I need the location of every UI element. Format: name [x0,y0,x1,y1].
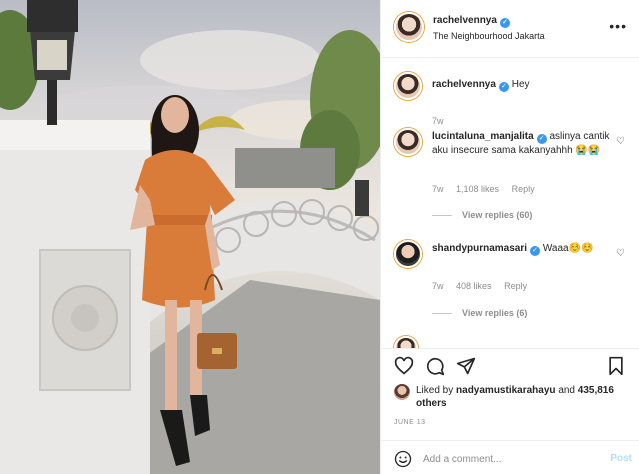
post-header: rachelvennya ✓ The Neighbourhood Jakarta [381,0,639,58]
comment-username[interactable]: shandypurnamasari [432,243,527,254]
reply-button[interactable]: Reply [512,184,535,194]
author-avatar[interactable] [394,12,424,42]
comment-body: shandypurnamasari ✓ Waaa☺️☺️ [432,242,612,256]
view-replies-label[interactable]: View replies (60) [462,210,532,220]
liker-avatar[interactable] [394,384,410,400]
comment-meta: 7w 1,108 likes Reply [432,184,545,194]
verified-badge-icon: ✓ [498,82,509,92]
comment-time: 7w [432,281,444,291]
post-date[interactable]: JUNE 13 [394,419,426,426]
heart-icon[interactable] [394,356,414,376]
more-options-icon[interactable]: ••• [609,18,627,34]
caption-text: Hey [511,79,530,90]
caption: rachelvennya ✓ Hey 7w [394,72,629,126]
caption-body: rachelvennya ✓ Hey [432,78,612,92]
liked-by-user[interactable]: nadyamustikarahayu [456,385,556,396]
comment-item: lucintaluna_manjalita ✓ aslinya cantik ak… [394,128,629,220]
liked-by-and: and [558,385,575,396]
add-comment-bar: Post [381,440,639,474]
action-bar [381,348,639,378]
comment-item: shandypurnamasari ✓ Waaa☺️☺️ ♡ 7w 408 lik… [394,240,629,330]
comment-icon[interactable] [425,356,445,376]
commenter-avatar[interactable] [394,128,422,156]
comment-likes[interactable]: 408 likes [456,281,492,291]
liked-by-text: Liked by nadyamustikarahayu and 435,816 … [416,384,616,410]
comments-list[interactable]: rachelvennya ✓ Hey 7w lucintaluna_manjali… [381,58,639,348]
view-replies-label[interactable]: View replies (6) [462,308,527,318]
post-location[interactable]: The Neighbourhood Jakarta [433,31,545,41]
post-photo[interactable] [0,0,380,474]
divider [432,313,452,315]
author-username[interactable]: rachelvennya ✓ [433,15,510,28]
verified-badge-icon: ✓ [530,246,541,256]
instagram-post: rachelvennya ✓ The Neighbourhood Jakarta … [0,0,639,474]
commenter-avatar[interactable] [394,336,418,348]
comment-text: Waaa☺️☺️ [542,243,594,254]
post-sidebar: rachelvennya ✓ The Neighbourhood Jakarta … [380,0,639,474]
bookmark-icon[interactable] [606,356,626,376]
comment-meta: 7w 408 likes Reply [432,281,537,291]
caption-avatar[interactable] [394,72,422,100]
view-replies-button[interactable]: View replies (60) [432,210,532,220]
reply-button[interactable]: Reply [504,281,527,291]
verified-badge-icon: ✓ [499,18,510,28]
post-comment-button[interactable]: Post [610,453,632,464]
caption-time: 7w [432,116,444,126]
emoji-icon[interactable] [394,450,412,468]
comment-likes[interactable]: 1,108 likes [456,184,499,194]
commenter-avatar[interactable] [394,240,422,268]
verified-badge-icon: ✓ [536,134,547,144]
divider [432,215,452,217]
photo-illustration [0,0,380,474]
comment-time: 7w [432,184,444,194]
comment-username[interactable]: lucintaluna_manjalita [432,131,534,142]
comment-item-partial [394,336,629,348]
heart-icon[interactable]: ♡ [616,248,625,259]
comment-body: lucintaluna_manjalita ✓ aslinya cantik ak… [432,130,612,158]
caption-username[interactable]: rachelvennya [432,79,496,90]
comment-input[interactable] [423,450,593,468]
share-icon[interactable] [456,356,476,376]
heart-icon[interactable]: ♡ [616,136,625,147]
view-replies-button[interactable]: View replies (6) [432,308,527,318]
author-name[interactable]: rachelvennya [433,15,497,26]
liked-by-prefix: Liked by [416,385,454,396]
caption-meta: 7w [432,116,454,126]
